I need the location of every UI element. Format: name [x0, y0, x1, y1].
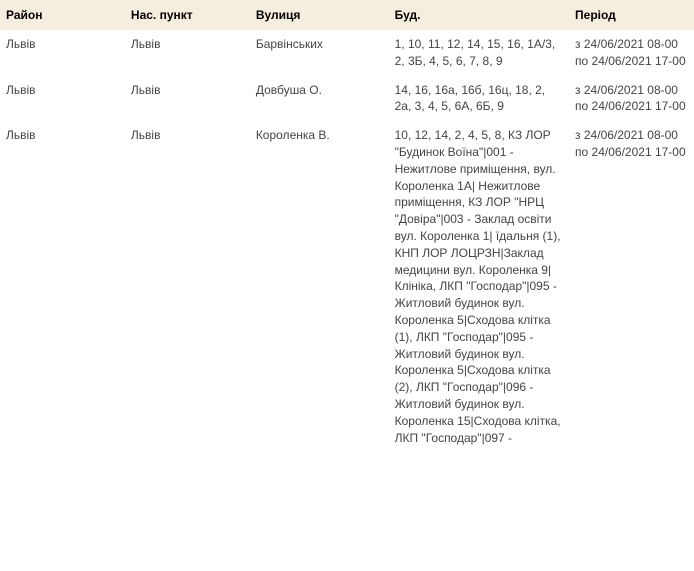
- cell-street: Барвінських: [250, 30, 389, 76]
- header-district: Район: [0, 0, 125, 30]
- cell-district: Львів: [0, 121, 125, 452]
- header-settlement: Нас. пункт: [125, 0, 250, 30]
- table-row: Львів Львів Довбуша О. 14, 16, 16а, 16б,…: [0, 76, 694, 122]
- cell-street: Короленка В.: [250, 121, 389, 452]
- header-street: Вулиця: [250, 0, 389, 30]
- header-period: Період: [569, 0, 694, 30]
- cell-district: Львів: [0, 30, 125, 76]
- cell-district: Львів: [0, 76, 125, 122]
- cell-settlement: Львів: [125, 30, 250, 76]
- cell-buildings: 1, 10, 11, 12, 14, 15, 16, 1А/3, 2, 3Б, …: [389, 30, 569, 76]
- cell-period: з 24/06/2021 08-00 по 24/06/2021 17-00: [569, 30, 694, 76]
- cell-street: Довбуша О.: [250, 76, 389, 122]
- cell-settlement: Львів: [125, 121, 250, 452]
- table-header-row: Район Нас. пункт Вулиця Буд. Період: [0, 0, 694, 30]
- cell-period: з 24/06/2021 08-00 по 24/06/2021 17-00: [569, 76, 694, 122]
- header-buildings: Буд.: [389, 0, 569, 30]
- table-row: Львів Львів Барвінських 1, 10, 11, 12, 1…: [0, 30, 694, 76]
- cell-settlement: Львів: [125, 76, 250, 122]
- outage-table: Район Нас. пункт Вулиця Буд. Період Льві…: [0, 0, 694, 452]
- cell-buildings: 14, 16, 16а, 16б, 16ц, 18, 2, 2а, 3, 4, …: [389, 76, 569, 122]
- cell-period: з 24/06/2021 08-00 по 24/06/2021 17-00: [569, 121, 694, 452]
- cell-buildings: 10, 12, 14, 2, 4, 5, 8, КЗ ЛОР "Будинок …: [389, 121, 569, 452]
- table-row: Львів Львів Короленка В. 10, 12, 14, 2, …: [0, 121, 694, 452]
